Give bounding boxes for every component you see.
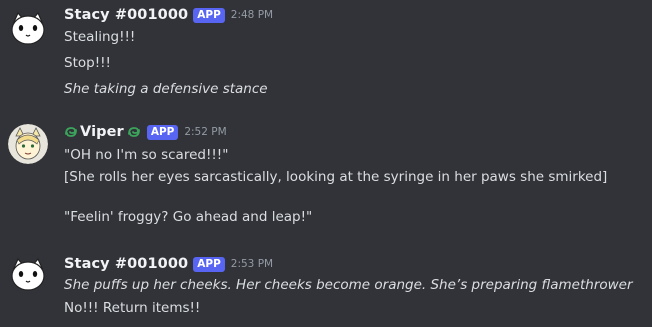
message-text: "Feelin' froggy? Go ahead and leap!" (64, 209, 313, 225)
white-cat-avatar-icon[interactable] (8, 254, 48, 294)
viper-logo-icon (127, 127, 140, 137)
username[interactable]: Stacy #001000 (64, 256, 188, 272)
message-text: [She rolls her eyes sarcastically, looki… (64, 169, 608, 185)
message-text: She taking a defensive stance (64, 81, 268, 97)
app-tag: APP (193, 256, 225, 272)
message-header: Stacy #001000 APP 2:53 PM (64, 254, 273, 274)
viper-logo-icon (65, 127, 77, 137)
white-cat-avatar-icon[interactable] (8, 8, 48, 48)
timestamp[interactable]: 2:52 PM (184, 126, 226, 138)
app-tag: APP (193, 7, 225, 23)
message-text: She puffs up her cheeks. Her cheeks beco… (64, 277, 633, 293)
username[interactable]: Viper (80, 124, 124, 140)
chat-log: Stacy #001000 APP 2:48 PM Stealing!!! St… (0, 0, 652, 327)
app-tag: APP (146, 124, 179, 140)
timestamp[interactable]: 2:48 PM (231, 9, 273, 21)
timestamp[interactable]: 2:53 PM (231, 258, 273, 270)
message-header: Viper APP 2:52 PM (64, 122, 227, 142)
message-text: No!!! Return items!! (64, 300, 201, 316)
anime-character-avatar-icon[interactable] (8, 124, 48, 164)
message-text: Stop!!! (64, 55, 111, 71)
message-text: "OH no I'm so scared!!!" (64, 147, 229, 163)
message-header: Stacy #001000 APP 2:48 PM (64, 5, 273, 25)
username[interactable]: Stacy #001000 (64, 7, 188, 23)
message-text: Stealing!!! (64, 29, 136, 45)
